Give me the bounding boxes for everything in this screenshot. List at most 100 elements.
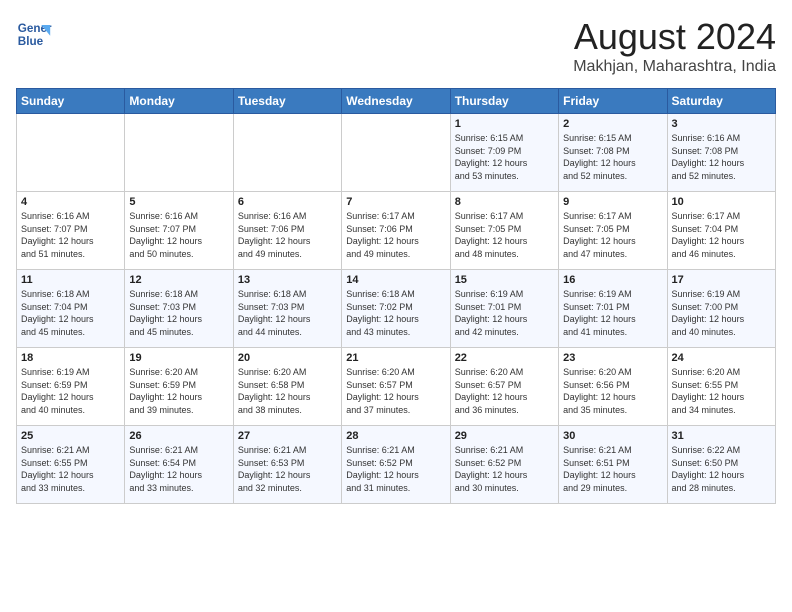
day-info: Sunrise: 6:16 AM Sunset: 7:07 PM Dayligh…	[21, 210, 120, 260]
day-header-tuesday: Tuesday	[233, 89, 341, 114]
day-number: 22	[455, 352, 554, 364]
day-info: Sunrise: 6:20 AM Sunset: 6:55 PM Dayligh…	[672, 366, 771, 416]
calendar-cell: 4 Sunrise: 6:16 AM Sunset: 7:07 PM Daylig…	[17, 192, 125, 270]
day-info: Sunrise: 6:15 AM Sunset: 7:08 PM Dayligh…	[563, 132, 662, 182]
location: Makhjan, Maharashtra, India	[573, 58, 776, 76]
day-header-saturday: Saturday	[667, 89, 775, 114]
calendar-cell: 2 Sunrise: 6:15 AM Sunset: 7:08 PM Daylig…	[559, 114, 667, 192]
calendar-cell	[342, 114, 450, 192]
day-info: Sunrise: 6:19 AM Sunset: 7:01 PM Dayligh…	[563, 288, 662, 338]
calendar-cell: 22 Sunrise: 6:20 AM Sunset: 6:57 PM Dayli…	[450, 348, 558, 426]
header: General Blue August 2024 Makhjan, Mahara…	[16, 16, 776, 76]
day-info: Sunrise: 6:21 AM Sunset: 6:55 PM Dayligh…	[21, 444, 120, 494]
day-info: Sunrise: 6:17 AM Sunset: 7:05 PM Dayligh…	[563, 210, 662, 260]
day-info: Sunrise: 6:20 AM Sunset: 6:58 PM Dayligh…	[238, 366, 337, 416]
calendar-cell: 1Sunrise: 6:15 AM Sunset: 7:09 PM Daylig…	[450, 114, 558, 192]
calendar-cell: 6 Sunrise: 6:16 AM Sunset: 7:06 PM Daylig…	[233, 192, 341, 270]
calendar-cell: 27Sunrise: 6:21 AM Sunset: 6:53 PM Dayli…	[233, 426, 341, 504]
calendar-cell	[233, 114, 341, 192]
day-info: Sunrise: 6:21 AM Sunset: 6:52 PM Dayligh…	[455, 444, 554, 494]
week-row-2: 4 Sunrise: 6:16 AM Sunset: 7:07 PM Daylig…	[17, 192, 776, 270]
day-number: 20	[238, 352, 337, 364]
week-row-4: 18 Sunrise: 6:19 AM Sunset: 6:59 PM Dayli…	[17, 348, 776, 426]
calendar-cell: 29 Sunrise: 6:21 AM Sunset: 6:52 PM Dayli…	[450, 426, 558, 504]
day-info: Sunrise: 6:20 AM Sunset: 6:57 PM Dayligh…	[455, 366, 554, 416]
calendar-cell	[125, 114, 233, 192]
day-info: Sunrise: 6:18 AM Sunset: 7:03 PM Dayligh…	[238, 288, 337, 338]
day-number: 28	[346, 430, 445, 442]
calendar-cell: 15 Sunrise: 6:19 AM Sunset: 7:01 PM Dayli…	[450, 270, 558, 348]
day-number: 31	[672, 430, 771, 442]
day-info: Sunrise: 6:18 AM Sunset: 7:02 PM Dayligh…	[346, 288, 445, 338]
month-year: August 2024	[573, 16, 776, 58]
day-number: 4	[21, 196, 120, 208]
day-number: 30	[563, 430, 662, 442]
day-number: 13	[238, 274, 337, 286]
day-number: 18	[21, 352, 120, 364]
calendar-cell: 30 Sunrise: 6:21 AM Sunset: 6:51 PM Dayli…	[559, 426, 667, 504]
day-info: Sunrise: 6:21 AM Sunset: 6:54 PM Dayligh…	[129, 444, 228, 494]
day-info: Sunrise: 6:18 AM Sunset: 7:04 PM Dayligh…	[21, 288, 120, 338]
logo: General Blue	[16, 16, 52, 52]
day-number: 8	[455, 196, 554, 208]
calendar-table: SundayMondayTuesdayWednesdayThursdayFrid…	[16, 88, 776, 504]
day-header-thursday: Thursday	[450, 89, 558, 114]
day-info: Sunrise: 6:21 AM Sunset: 6:51 PM Dayligh…	[563, 444, 662, 494]
day-info: Sunrise: 6:17 AM Sunset: 7:04 PM Dayligh…	[672, 210, 771, 260]
day-number: 1	[455, 118, 554, 130]
calendar-cell: 13 Sunrise: 6:18 AM Sunset: 7:03 PM Dayli…	[233, 270, 341, 348]
calendar-cell: 19 Sunrise: 6:20 AM Sunset: 6:59 PM Dayli…	[125, 348, 233, 426]
day-header-monday: Monday	[125, 89, 233, 114]
day-number: 29	[455, 430, 554, 442]
calendar-cell: 18 Sunrise: 6:19 AM Sunset: 6:59 PM Dayli…	[17, 348, 125, 426]
day-number: 3	[672, 118, 771, 130]
calendar-cell: 11Sunrise: 6:18 AM Sunset: 7:04 PM Dayli…	[17, 270, 125, 348]
day-number: 12	[129, 274, 228, 286]
day-number: 10	[672, 196, 771, 208]
day-number: 7	[346, 196, 445, 208]
day-header-friday: Friday	[559, 89, 667, 114]
week-row-1: 1Sunrise: 6:15 AM Sunset: 7:09 PM Daylig…	[17, 114, 776, 192]
title-block: August 2024 Makhjan, Maharashtra, India	[573, 16, 776, 76]
calendar-cell: 7Sunrise: 6:17 AM Sunset: 7:06 PM Daylig…	[342, 192, 450, 270]
day-number: 15	[455, 274, 554, 286]
calendar-cell: 23Sunrise: 6:20 AM Sunset: 6:56 PM Dayli…	[559, 348, 667, 426]
day-info: Sunrise: 6:21 AM Sunset: 6:53 PM Dayligh…	[238, 444, 337, 494]
day-number: 19	[129, 352, 228, 364]
svg-text:Blue: Blue	[18, 35, 44, 48]
day-number: 17	[672, 274, 771, 286]
day-info: Sunrise: 6:19 AM Sunset: 6:59 PM Dayligh…	[21, 366, 120, 416]
day-info: Sunrise: 6:21 AM Sunset: 6:52 PM Dayligh…	[346, 444, 445, 494]
day-number: 14	[346, 274, 445, 286]
calendar-cell: 12 Sunrise: 6:18 AM Sunset: 7:03 PM Dayli…	[125, 270, 233, 348]
day-info: Sunrise: 6:20 AM Sunset: 6:56 PM Dayligh…	[563, 366, 662, 416]
calendar-cell: 25 Sunrise: 6:21 AM Sunset: 6:55 PM Dayli…	[17, 426, 125, 504]
day-info: Sunrise: 6:19 AM Sunset: 7:01 PM Dayligh…	[455, 288, 554, 338]
day-number: 25	[21, 430, 120, 442]
day-number: 9	[563, 196, 662, 208]
day-info: Sunrise: 6:22 AM Sunset: 6:50 PM Dayligh…	[672, 444, 771, 494]
days-header-row: SundayMondayTuesdayWednesdayThursdayFrid…	[17, 89, 776, 114]
day-info: Sunrise: 6:18 AM Sunset: 7:03 PM Dayligh…	[129, 288, 228, 338]
general-blue-logo-icon: General Blue	[16, 16, 52, 52]
day-info: Sunrise: 6:19 AM Sunset: 7:00 PM Dayligh…	[672, 288, 771, 338]
calendar-cell: 9 Sunrise: 6:17 AM Sunset: 7:05 PM Daylig…	[559, 192, 667, 270]
day-number: 2	[563, 118, 662, 130]
calendar-cell: 26Sunrise: 6:21 AM Sunset: 6:54 PM Dayli…	[125, 426, 233, 504]
day-info: Sunrise: 6:20 AM Sunset: 6:59 PM Dayligh…	[129, 366, 228, 416]
day-number: 16	[563, 274, 662, 286]
calendar-cell: 17 Sunrise: 6:19 AM Sunset: 7:00 PM Dayli…	[667, 270, 775, 348]
calendar-cell: 10 Sunrise: 6:17 AM Sunset: 7:04 PM Dayli…	[667, 192, 775, 270]
calendar-cell: 21Sunrise: 6:20 AM Sunset: 6:57 PM Dayli…	[342, 348, 450, 426]
calendar-cell: 28 Sunrise: 6:21 AM Sunset: 6:52 PM Dayli…	[342, 426, 450, 504]
day-info: Sunrise: 6:16 AM Sunset: 7:08 PM Dayligh…	[672, 132, 771, 182]
day-info: Sunrise: 6:16 AM Sunset: 7:07 PM Dayligh…	[129, 210, 228, 260]
day-info: Sunrise: 6:16 AM Sunset: 7:06 PM Dayligh…	[238, 210, 337, 260]
day-number: 6	[238, 196, 337, 208]
day-header-wednesday: Wednesday	[342, 89, 450, 114]
week-row-5: 25 Sunrise: 6:21 AM Sunset: 6:55 PM Dayli…	[17, 426, 776, 504]
calendar-cell: 14 Sunrise: 6:18 AM Sunset: 7:02 PM Dayli…	[342, 270, 450, 348]
calendar-cell: 3 Sunrise: 6:16 AM Sunset: 7:08 PM Daylig…	[667, 114, 775, 192]
day-info: Sunrise: 6:20 AM Sunset: 6:57 PM Dayligh…	[346, 366, 445, 416]
calendar-cell	[17, 114, 125, 192]
